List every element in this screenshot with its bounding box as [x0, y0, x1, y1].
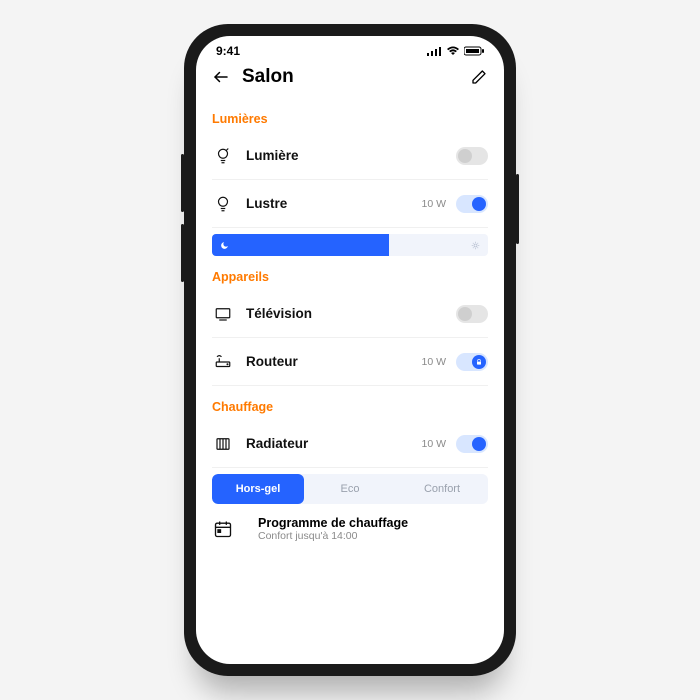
device-label: Lumière [246, 148, 456, 163]
status-bar: 9:41 [196, 36, 504, 58]
device-label: Lustre [246, 196, 421, 211]
wifi-icon [446, 46, 460, 56]
screen: 9:41 Salon Lumières Lumière [196, 36, 504, 664]
section-lights-title: Lumières [212, 112, 488, 126]
status-time: 9:41 [216, 44, 240, 58]
program-title: Programme de chauffage [258, 516, 408, 530]
slider-fill [212, 234, 389, 256]
router-icon [212, 351, 234, 373]
bulb-icon [212, 193, 234, 215]
toggle-lumiere[interactable] [456, 147, 488, 165]
device-watt: 10 W [421, 198, 446, 210]
device-watt: 10 W [421, 356, 446, 368]
lock-icon [475, 358, 483, 366]
device-label: Télévision [246, 306, 456, 321]
program-sub: Confort jusqu'à 14:00 [258, 530, 408, 542]
brightness-slider[interactable] [212, 234, 488, 256]
tv-icon [212, 303, 234, 325]
mode-confort[interactable]: Confort [396, 474, 488, 504]
section-devices-title: Appareils [212, 270, 488, 284]
mode-horsgel[interactable]: Hors-gel [212, 474, 304, 504]
device-row-router[interactable]: Routeur 10 W [212, 338, 488, 386]
status-icons [427, 46, 484, 56]
device-label: Routeur [246, 354, 421, 369]
device-row-radiator[interactable]: Radiateur 10 W [212, 420, 488, 468]
header: Salon [196, 58, 504, 98]
device-row-tv[interactable]: Télévision [212, 290, 488, 338]
back-button[interactable] [210, 66, 232, 88]
radiator-icon [212, 433, 234, 455]
heating-program-row[interactable]: Programme de chauffage Confort jusqu'à 1… [212, 516, 488, 542]
mode-eco[interactable]: Eco [304, 474, 396, 504]
heating-mode-segment: Hors-gel Eco Confort [212, 474, 488, 504]
slider-rest [389, 241, 488, 250]
signal-icon [427, 46, 442, 56]
battery-icon [464, 46, 484, 56]
sun-icon [471, 241, 480, 250]
device-watt: 10 W [421, 438, 446, 450]
section-heating-title: Chauffage [212, 400, 488, 414]
toggle-radiator[interactable] [456, 435, 488, 453]
device-row-lustre[interactable]: Lustre 10 W [212, 180, 488, 228]
phone-frame: 9:41 Salon Lumières Lumière [184, 24, 516, 676]
content[interactable]: Lumières Lumière Lustre 10 W [196, 98, 504, 664]
toggle-tv[interactable] [456, 305, 488, 323]
moon-icon [220, 241, 229, 250]
arrow-left-icon [212, 68, 230, 86]
pencil-icon [471, 69, 487, 85]
edit-button[interactable] [468, 66, 490, 88]
bulb-off-icon [212, 145, 234, 167]
page-title: Salon [242, 66, 468, 88]
device-label: Radiateur [246, 436, 421, 451]
toggle-router[interactable] [456, 353, 488, 371]
device-row-lumiere[interactable]: Lumière [212, 132, 488, 180]
calendar-icon [212, 518, 234, 540]
toggle-lustre[interactable] [456, 195, 488, 213]
